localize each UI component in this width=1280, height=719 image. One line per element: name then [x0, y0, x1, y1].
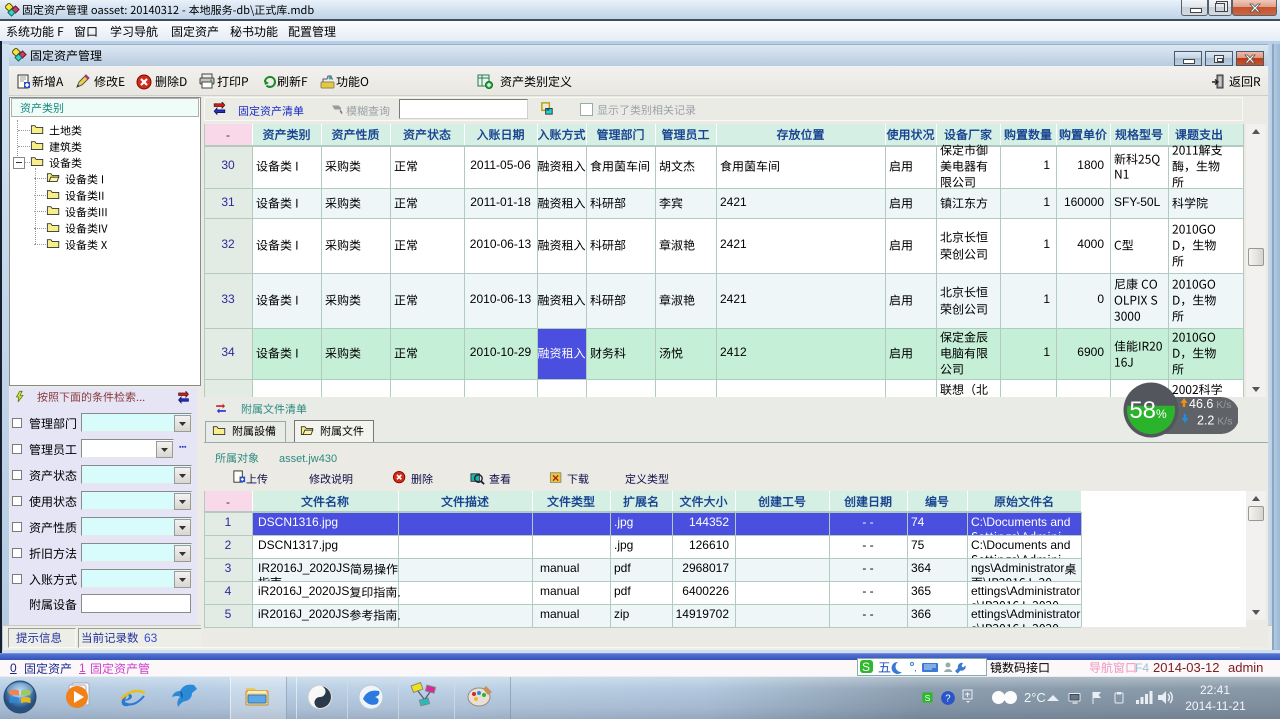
svg-text:2.2 K/s: 2.2 K/s — [1197, 414, 1232, 428]
svg-text:?: ? — [945, 693, 951, 704]
svg-text:S: S — [925, 693, 931, 703]
svg-text:46.6 K/s: 46.6 K/s — [1189, 397, 1231, 411]
svg-text:,: , — [914, 663, 917, 674]
svg-text:S: S — [862, 660, 870, 674]
